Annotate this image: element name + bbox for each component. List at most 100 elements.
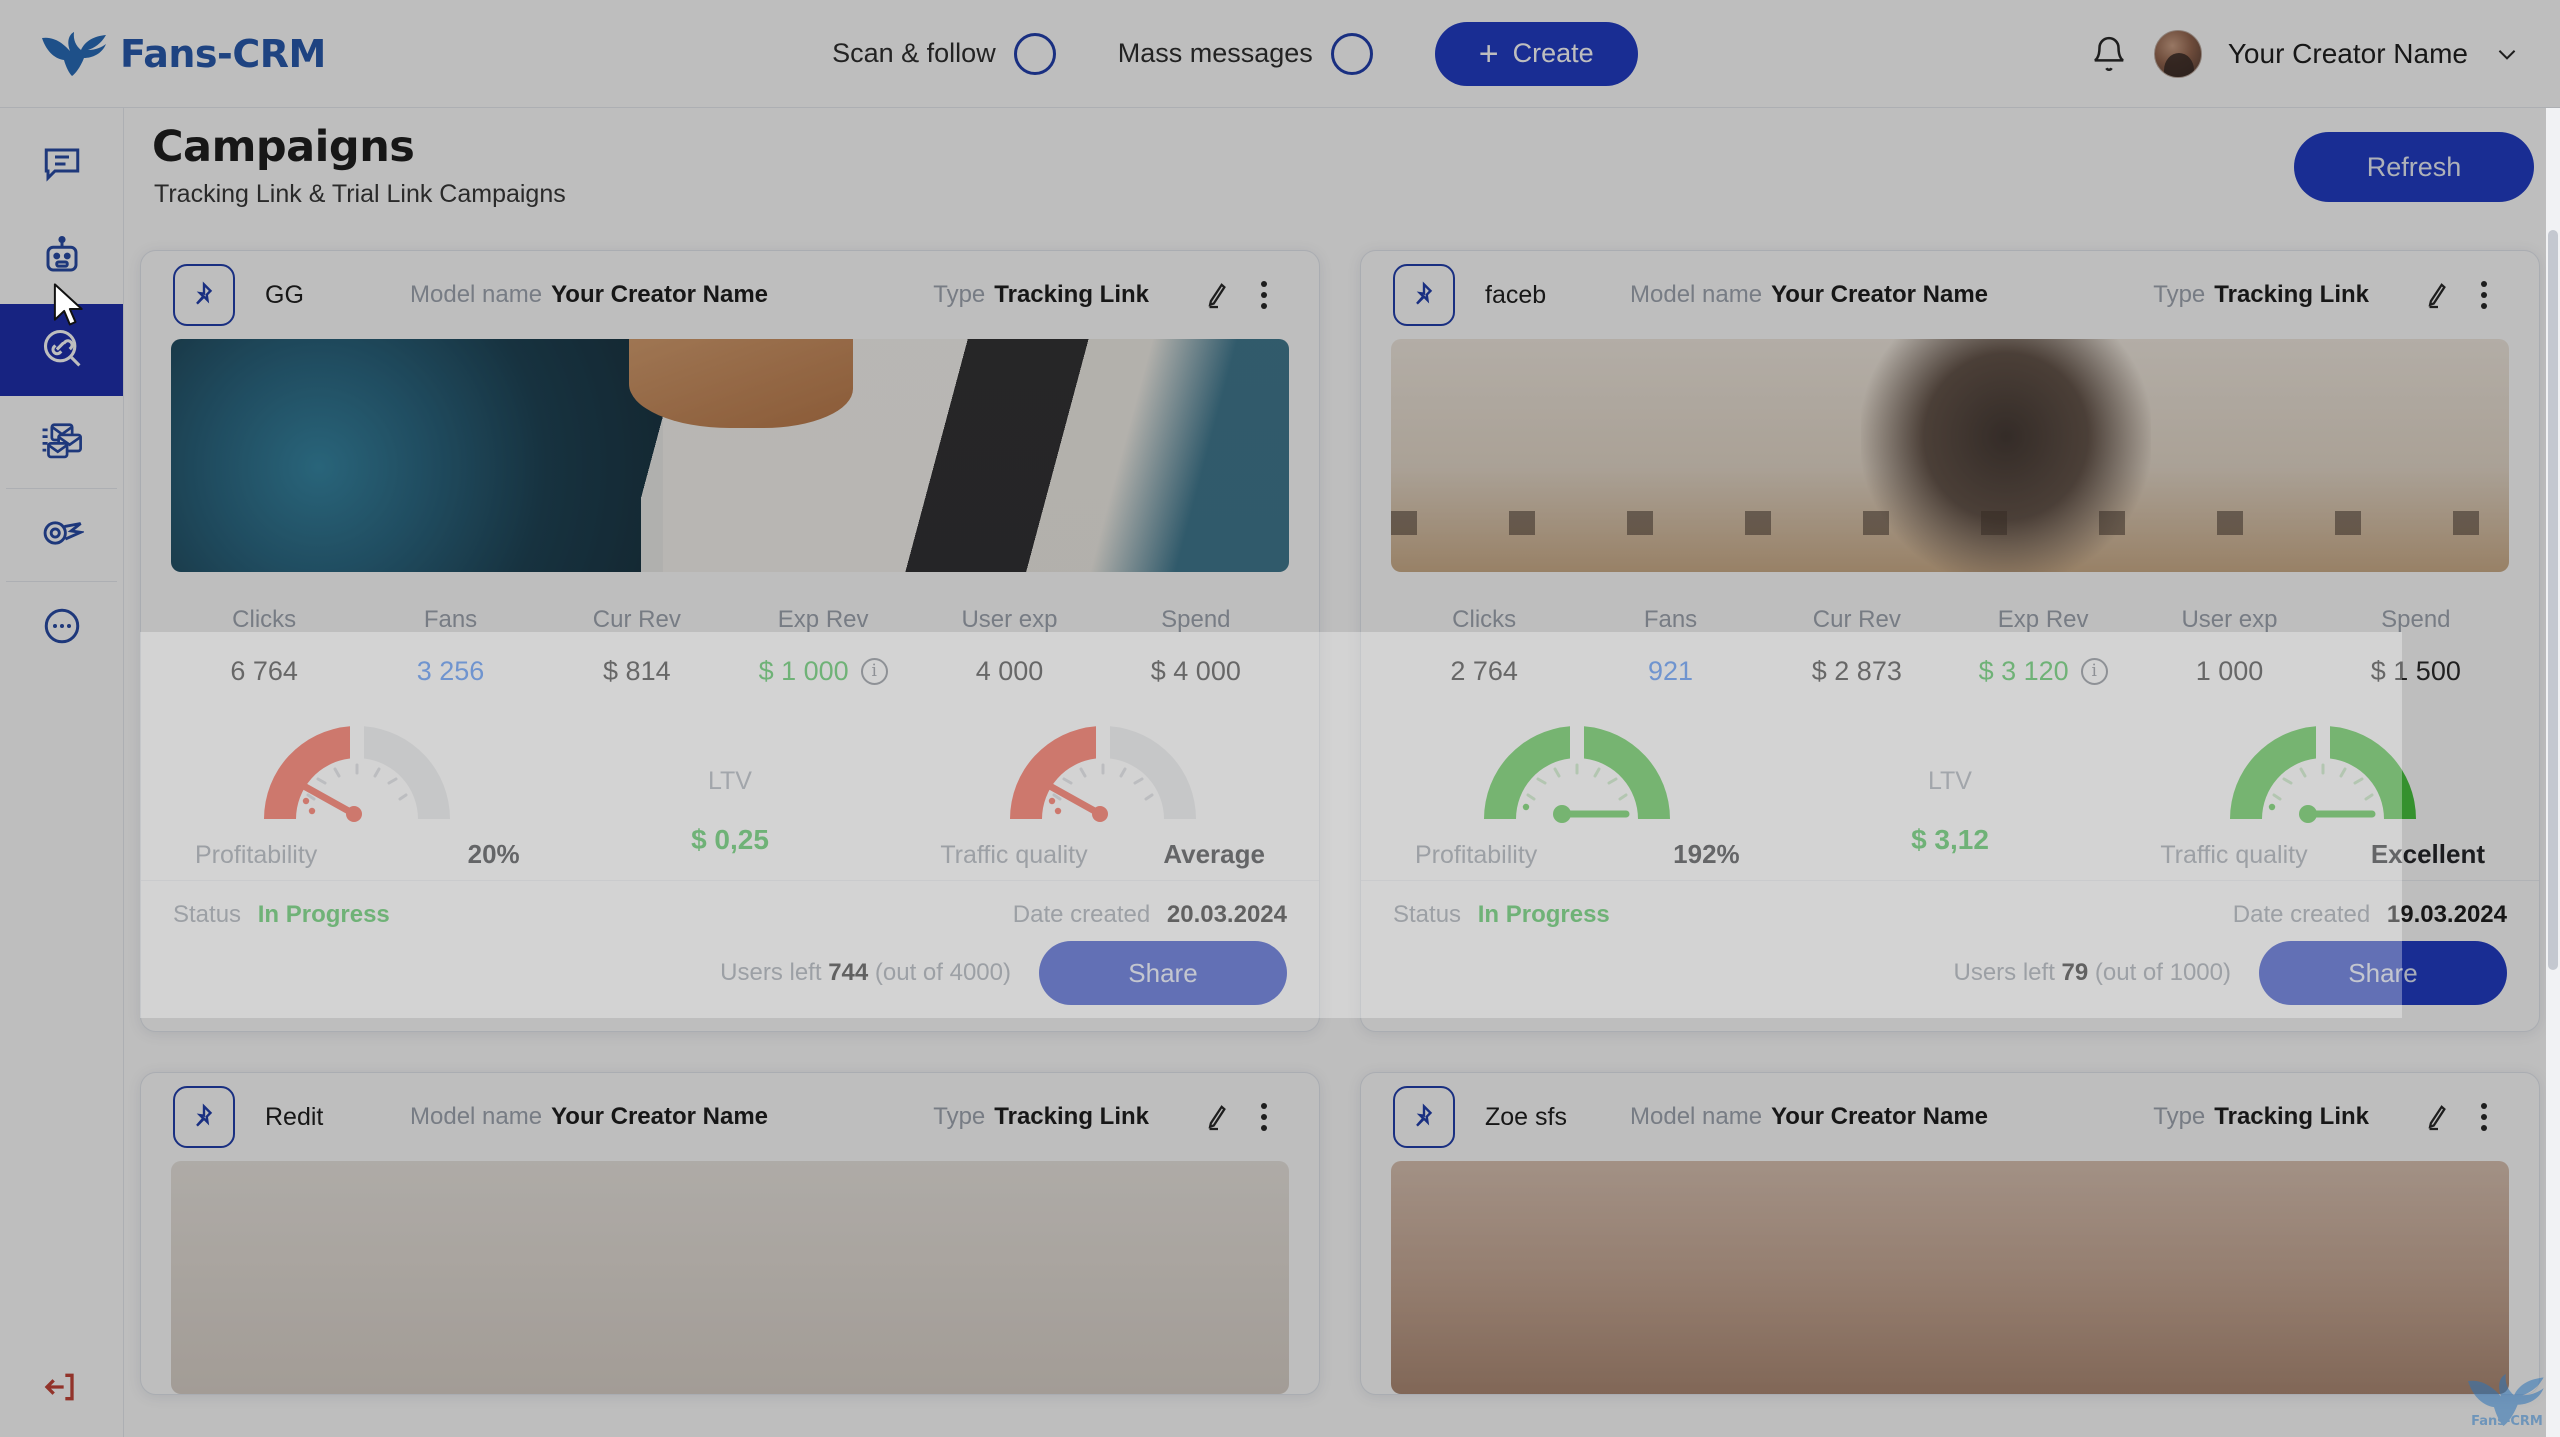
- campaign-name: GG: [265, 280, 304, 309]
- logout-arrow-icon: [42, 1367, 82, 1412]
- campaign-thumbnail[interactable]: [1391, 1161, 2509, 1394]
- brand-name: Fans-CRM: [120, 31, 326, 76]
- users-left-label: Users left: [720, 959, 822, 986]
- campaign-name: Zoe sfs: [1485, 1102, 1567, 1131]
- gauge-label: Profitability: [195, 841, 318, 869]
- mass-messages-toggle[interactable]: Mass messages: [1117, 32, 1373, 75]
- campaign-grid: GG Model name Your Creator Name Type Tra…: [140, 250, 2540, 1395]
- gauge-caption: Traffic quality Excellent: [2136, 825, 2509, 870]
- pin-bookmark-icon[interactable]: [1393, 1086, 1455, 1148]
- pin-bookmark-icon[interactable]: [173, 1086, 235, 1148]
- ltv-block: LTV $ 3,12: [1764, 752, 2137, 870]
- top-bar-center: Scan & follow Mass messages + Create: [380, 21, 2090, 86]
- mass-messages-label: Mass messages: [1117, 38, 1313, 68]
- metric-label: Clicks: [1452, 606, 1517, 633]
- metric-exp-rev: Exp Rev $ 1 000 i: [730, 606, 916, 687]
- info-circle-icon[interactable]: i: [2080, 658, 2108, 685]
- pencil-edit-icon[interactable]: [2415, 272, 2461, 318]
- card-header: Zoe sfs Model name Your Creator Name Typ…: [1361, 1073, 2539, 1161]
- metrics-row: Clicks 2 764 Fans 921 Cur Rev $ 2 873 Ex…: [1361, 572, 2539, 693]
- campaign-thumbnail[interactable]: [171, 1161, 1289, 1394]
- campaign-card: GG Model name Your Creator Name Type Tra…: [140, 250, 1320, 1032]
- metric-clicks: Clicks 2 764: [1391, 606, 1577, 687]
- users-left-text: Users left 744 (out of 4000): [720, 959, 1011, 987]
- pencil-edit-icon[interactable]: [1195, 272, 1241, 318]
- gauge-caption: Profitability 20%: [171, 825, 544, 870]
- gauge-value: 192%: [1673, 839, 1740, 869]
- type-label: Type: [2153, 281, 2206, 308]
- metric-label: Exp Rev: [777, 606, 869, 633]
- sidebar-item-bot[interactable]: [0, 212, 123, 304]
- model-name-label: Model name: [1630, 281, 1763, 308]
- gauge-dial: [2229, 726, 2416, 823]
- metrics-row: Clicks 6 764 Fans 3 256 Cur Rev $ 814 Ex…: [141, 572, 1319, 693]
- avatar[interactable]: [2153, 29, 2202, 78]
- users-left-text: Users left 79 (out of 1000): [1954, 959, 2232, 987]
- gauge-caption: Traffic quality Average: [916, 825, 1289, 870]
- sidebar-item-more[interactable]: [0, 582, 123, 674]
- bell-icon[interactable]: [2090, 35, 2128, 73]
- metric-value: 921: [1647, 656, 1694, 686]
- metric-value-wrap: $ 3 120 i: [1950, 656, 2136, 687]
- page-scrollbar-thumb[interactable]: [2548, 230, 2558, 970]
- chat-bubble-icon: [41, 143, 83, 190]
- page-title: Campaigns: [152, 122, 415, 172]
- metric-user-exp: User exp 1 000: [2136, 606, 2322, 687]
- users-left-value: 79: [2061, 959, 2089, 986]
- top-bar-right: Your Creator Name: [2090, 29, 2560, 78]
- type-label: Type: [933, 1103, 986, 1130]
- status-label: Status: [173, 901, 242, 928]
- profitability-gauge: Profitability 192%: [1391, 707, 1764, 870]
- more-vertical-icon[interactable]: [2461, 272, 2507, 318]
- sidebar-item-chat[interactable]: [0, 120, 123, 212]
- scan-follow-circle-icon[interactable]: [1013, 32, 1056, 75]
- more-vertical-icon[interactable]: [1241, 1094, 1287, 1140]
- sidebar-item-comet[interactable]: [0, 489, 123, 581]
- ltv-label: LTV: [707, 766, 752, 795]
- more-dots-circle-icon: [41, 605, 83, 652]
- metric-clicks: Clicks 6 764: [171, 606, 357, 687]
- model-name-field: Model name Your Creator Name: [410, 281, 768, 309]
- info-circle-icon[interactable]: i: [860, 658, 888, 685]
- type-label: Type: [933, 281, 986, 308]
- gauge-caption: Profitability 192%: [1391, 825, 1764, 870]
- more-vertical-icon[interactable]: [2461, 1094, 2507, 1140]
- sidebar-item-mass-mail[interactable]: [0, 396, 123, 488]
- pencil-edit-icon[interactable]: [2415, 1094, 2461, 1140]
- pin-bookmark-icon[interactable]: [173, 264, 235, 326]
- gauge-label: Traffic quality: [940, 841, 1088, 869]
- scan-follow-toggle[interactable]: Scan & follow: [832, 32, 1056, 75]
- chevron-down-icon[interactable]: [2494, 41, 2520, 67]
- brand-logo-area[interactable]: Fans-CRM: [0, 31, 380, 76]
- footer-action-row: Users left 79 (out of 1000) Share: [1393, 941, 2507, 1005]
- metric-value: $ 3 120: [1978, 656, 2069, 686]
- type-field: Type Tracking Link: [933, 1103, 1149, 1131]
- sidebar-item-logout[interactable]: [0, 1341, 123, 1437]
- metric-label: Fans: [423, 606, 478, 633]
- date-created-label: Date created: [1012, 901, 1151, 928]
- footer-status-row: Status In Progress Date created 19.03.20…: [1393, 901, 2507, 929]
- campaign-thumbnail[interactable]: [1391, 339, 2509, 572]
- pin-bookmark-icon[interactable]: [1393, 264, 1455, 326]
- date-created-field: Date created 19.03.2024: [2233, 901, 2507, 929]
- model-name-field: Model name Your Creator Name: [1630, 281, 1988, 309]
- profitability-gauge: Profitability 20%: [171, 707, 544, 870]
- metric-label: Cur Rev: [592, 606, 681, 633]
- metric-label: Spend: [1161, 606, 1231, 633]
- create-button[interactable]: + Create: [1434, 21, 1638, 86]
- share-button[interactable]: Share: [1039, 941, 1287, 1005]
- gauges-row: Profitability 192% LTV $ 3,12 Traffic qu…: [1361, 693, 2539, 880]
- card-footer: Status In Progress Date created 19.03.20…: [1361, 880, 2539, 1031]
- campaign-card: Redit Model name Your Creator Name Type …: [140, 1072, 1320, 1395]
- metric-value: $ 2 873: [1811, 656, 1902, 686]
- more-vertical-icon[interactable]: [1241, 272, 1287, 318]
- type-label: Type: [2153, 1103, 2206, 1130]
- metric-value-wrap: $ 1 000 i: [730, 656, 916, 687]
- pencil-edit-icon[interactable]: [1195, 1094, 1241, 1140]
- share-button[interactable]: Share: [2259, 941, 2507, 1005]
- campaign-thumbnail[interactable]: [171, 339, 1289, 572]
- mass-messages-circle-icon[interactable]: [1330, 32, 1373, 75]
- refresh-button[interactable]: Refresh: [2294, 132, 2534, 202]
- sidebar-item-campaigns[interactable]: [0, 304, 123, 396]
- status-field: Status In Progress: [173, 901, 390, 929]
